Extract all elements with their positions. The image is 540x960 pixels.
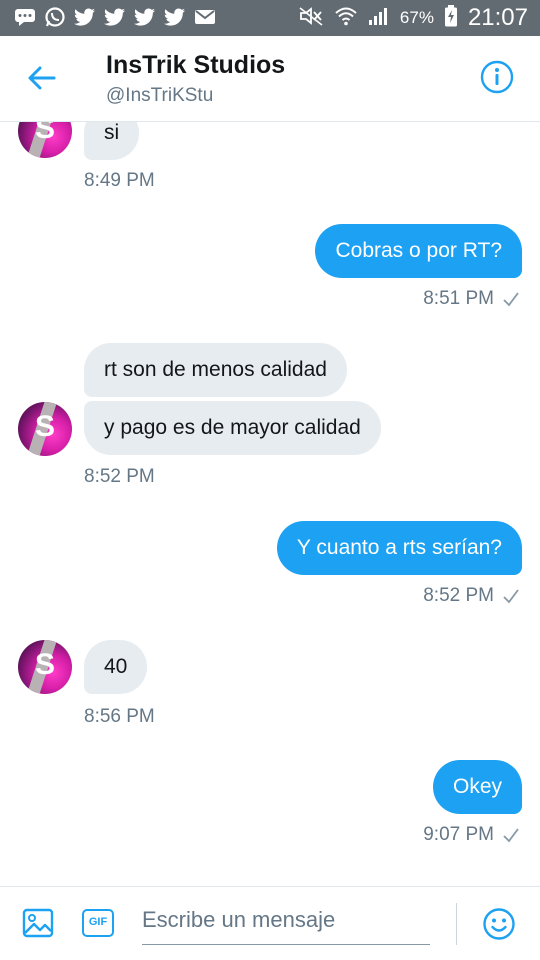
status-bar: 67% 21:07 [0,0,540,36]
wifi-icon [334,6,358,31]
conversation-handle[interactable]: @InsTriKStu [106,85,213,107]
timestamp-text: 8:51 PM [423,288,494,309]
avatar[interactable]: S [18,402,72,456]
message-timestamp: 8:56 PM [84,706,155,727]
avatar-letter: S [34,648,55,681]
system-indicators: 67% 21:07 [298,4,528,32]
message-timestamp-sent: 8:51 PM [423,288,520,310]
avatar-letter: S [34,410,55,443]
clock: 21:07 [467,4,528,31]
twitter-bird-icon [134,6,156,28]
outgoing-message[interactable]: Cobras o por RT? [315,224,522,278]
info-icon[interactable] [480,60,514,94]
avatar[interactable]: S [18,640,72,694]
conversation-header: InsTrik Studios @InsTriKStu [0,36,540,122]
back-arrow-icon[interactable] [26,62,58,94]
twitter-bird-icon [164,6,186,28]
message-list[interactable]: S si 8:49 PM Cobras o por RT? 8:51 PM rt… [0,122,540,886]
notification-icons [14,6,216,28]
whatsapp-icon [44,6,66,28]
incoming-message[interactable]: si [84,122,140,160]
timestamp-text: 8:52 PM [423,585,494,606]
message-composer: GIF Escribe un mensaje [0,886,540,960]
composer-divider [456,903,457,945]
incoming-message[interactable]: rt son de menos calidad [84,343,347,397]
emoji-icon[interactable] [482,907,516,941]
timestamp-text: 9:07 PM [423,824,494,845]
twitter-bird-icon [104,6,126,28]
gif-button[interactable]: GIF [82,909,114,937]
image-icon[interactable] [22,907,54,939]
conversation-title[interactable]: InsTrik Studios [106,51,285,80]
twitter-bird-icon [74,6,96,28]
battery-percent: 67% [399,8,434,27]
outgoing-message[interactable]: Okey [432,760,522,814]
mute-icon [298,6,324,31]
avatar[interactable]: S [18,122,72,158]
chat-bubble-icon [14,6,36,28]
avatar-letter: S [34,122,55,145]
sent-check-icon [503,292,519,307]
message-timestamp: 8:49 PM [84,170,155,191]
outgoing-message[interactable]: Y cuanto a rts serían? [276,521,522,575]
battery-charging-icon [444,4,458,32]
mail-icon [194,6,216,28]
incoming-message[interactable]: 40 [84,640,148,694]
message-timestamp-sent: 8:52 PM [423,585,520,607]
sent-check-icon [503,589,519,604]
message-input[interactable]: Escribe un mensaje [142,905,430,945]
message-timestamp: 8:52 PM [84,466,155,487]
signal-icon [368,6,390,31]
sent-check-icon [503,828,519,843]
incoming-message[interactable]: y pago es de mayor calidad [84,401,381,455]
message-timestamp-sent: 9:07 PM [423,824,520,846]
